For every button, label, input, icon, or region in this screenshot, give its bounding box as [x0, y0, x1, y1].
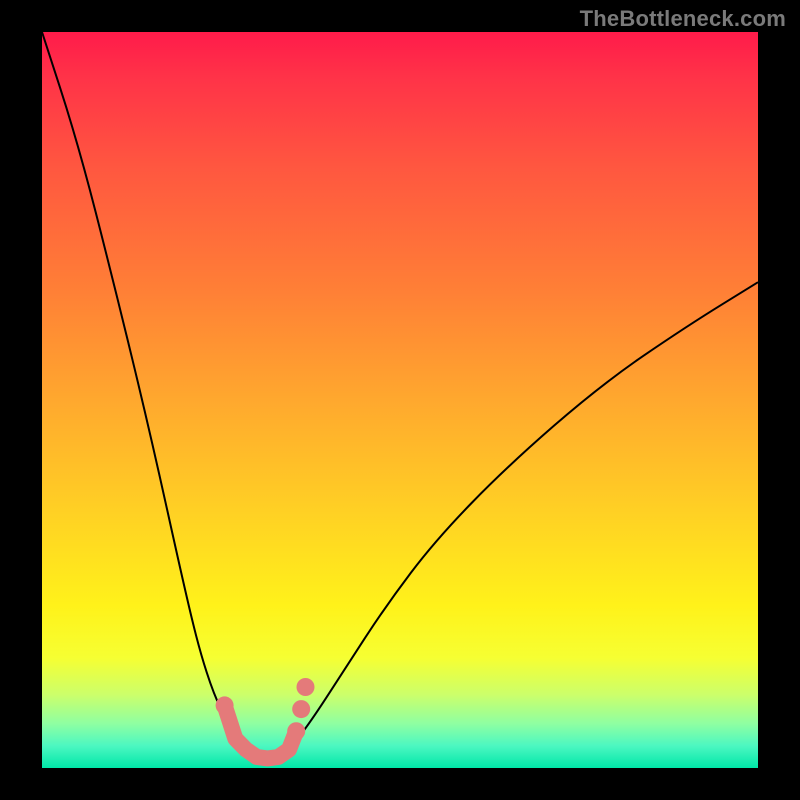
marker-dot — [297, 678, 315, 696]
bottleneck-curve — [42, 32, 758, 761]
watermark-text: TheBottleneck.com — [580, 6, 786, 32]
marker-dot — [216, 696, 234, 714]
chart-overlay — [42, 32, 758, 768]
marker-stroke — [225, 705, 297, 758]
marker-dot — [292, 700, 310, 718]
marker-dot — [287, 722, 305, 740]
chart-canvas: TheBottleneck.com — [0, 0, 800, 800]
